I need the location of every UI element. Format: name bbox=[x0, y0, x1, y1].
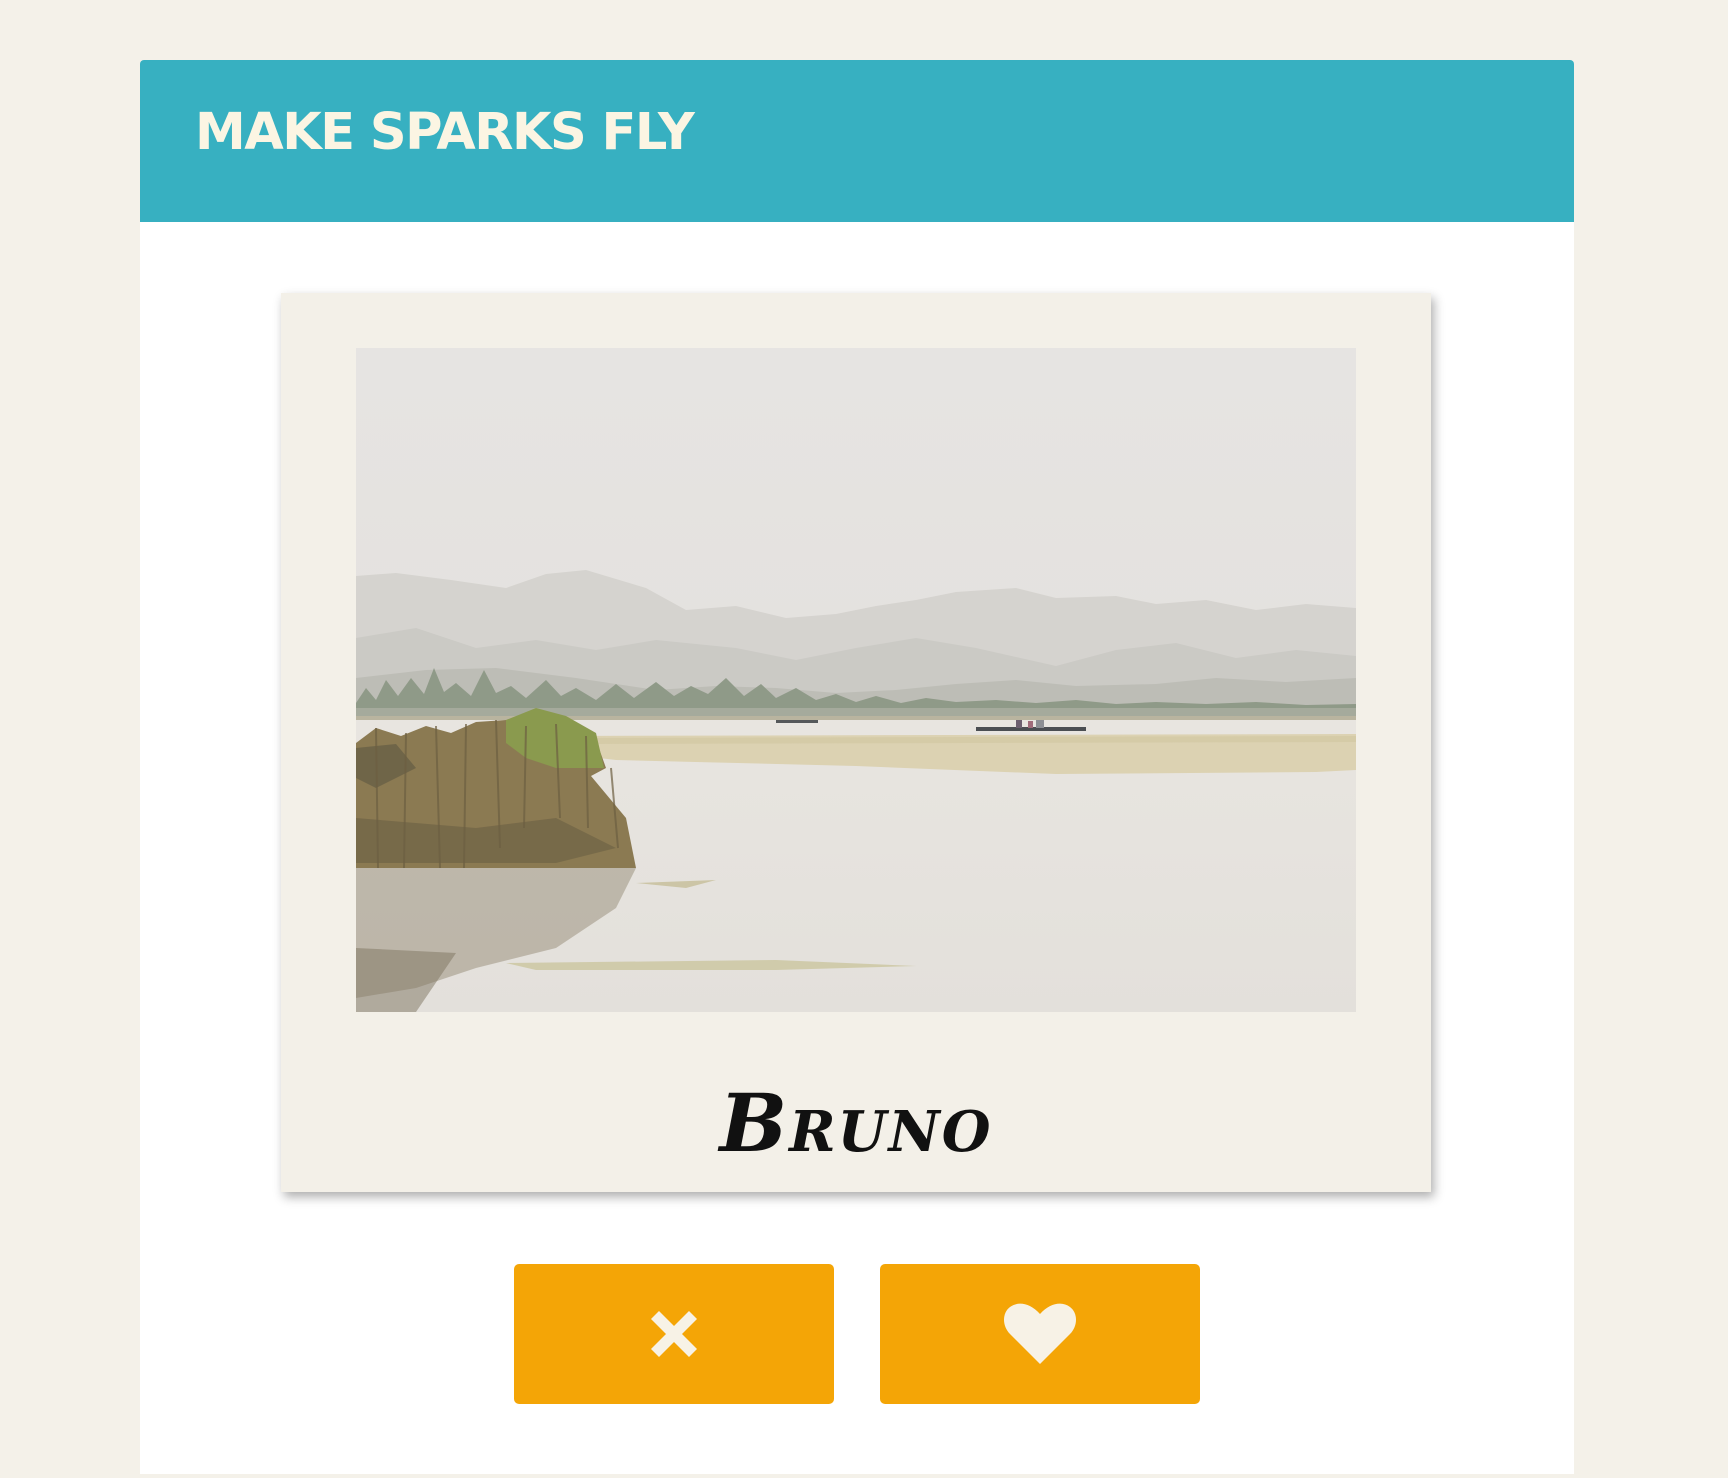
heart-icon bbox=[1004, 1303, 1076, 1364]
profile-card: Bruno bbox=[281, 293, 1431, 1192]
like-button[interactable] bbox=[880, 1264, 1200, 1404]
profile-name: Bruno bbox=[719, 1076, 993, 1170]
close-icon bbox=[651, 1311, 697, 1357]
app-header: MAKE SPARKS FLY bbox=[140, 60, 1574, 222]
profile-photo bbox=[356, 348, 1356, 1012]
reject-button[interactable] bbox=[514, 1264, 834, 1404]
app-card: MAKE SPARKS FLY Bruno bbox=[140, 60, 1574, 1474]
app-title: MAKE SPARKS FLY bbox=[195, 103, 695, 162]
